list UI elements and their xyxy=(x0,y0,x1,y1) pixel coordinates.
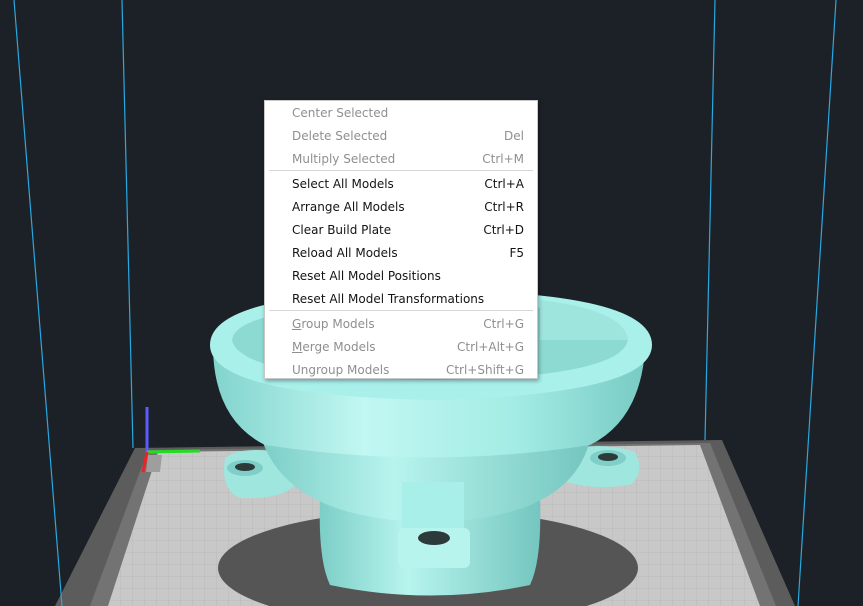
menu-item-label: Center Selected xyxy=(292,105,389,120)
menu-item-label: Delete Selected xyxy=(292,128,388,143)
menu-item-center-selected[interactable]: Center Selected xyxy=(265,101,537,124)
menu-item-label: Reset All Model Transformations xyxy=(292,291,485,306)
menu-item-label: Multiply Selected xyxy=(292,151,396,166)
menu-item-label: Merge Models xyxy=(292,339,376,354)
menu-item-reload-all-models[interactable]: Reload All Models F5 xyxy=(265,241,537,264)
menu-item-shortcut: Ctrl+G xyxy=(483,316,524,331)
menu-item-merge-models[interactable]: Merge Models Ctrl+Alt+G xyxy=(265,335,537,358)
menu-item-label: Reload All Models xyxy=(292,245,398,260)
menu-item-label: Clear Build Plate xyxy=(292,222,392,237)
menu-item-shortcut: F5 xyxy=(509,245,524,260)
menu-item-reset-all-model-transformations[interactable]: Reset All Model Transformations xyxy=(265,287,537,310)
menu-item-shortcut: Ctrl+R xyxy=(484,199,524,214)
menu-item-clear-build-plate[interactable]: Clear Build Plate Ctrl+D xyxy=(265,218,537,241)
menu-item-arrange-all-models[interactable]: Arrange All Models Ctrl+R xyxy=(265,195,537,218)
menu-item-reset-all-model-positions[interactable]: Reset All Model Positions xyxy=(265,264,537,287)
menu-item-label: Ungroup Models xyxy=(292,362,390,377)
menu-item-shortcut: Ctrl+Alt+G xyxy=(456,339,524,354)
menu-separator xyxy=(269,170,533,171)
menu-item-ungroup-models[interactable]: Ungroup Models Ctrl+Shift+G xyxy=(265,358,537,381)
menu-item-multiply-selected[interactable]: Multiply Selected Ctrl+M xyxy=(265,147,537,170)
menu-item-label: Select All Models xyxy=(292,176,394,191)
menu-item-group-models[interactable]: Group Models Ctrl+G xyxy=(265,312,537,335)
menu-item-label: Reset All Model Positions xyxy=(292,268,441,283)
menu-item-label: Group Models xyxy=(292,316,375,331)
menu-item-shortcut: Ctrl+M xyxy=(482,151,524,166)
menu-item-shortcut: Ctrl+Shift+G xyxy=(445,362,524,377)
menu-item-shortcut: Ctrl+D xyxy=(483,222,524,237)
context-menu: Center Selected Delete Selected Del Mult… xyxy=(264,100,538,379)
menu-separator xyxy=(269,310,533,311)
menu-item-shortcut: Ctrl+A xyxy=(484,176,524,191)
menu-item-label: Arrange All Models xyxy=(292,199,405,214)
menu-item-shortcut: Del xyxy=(504,128,524,143)
menu-item-delete-selected[interactable]: Delete Selected Del xyxy=(265,124,537,147)
menu-item-select-all-models[interactable]: Select All Models Ctrl+A xyxy=(265,172,537,195)
model-boss xyxy=(398,482,470,568)
